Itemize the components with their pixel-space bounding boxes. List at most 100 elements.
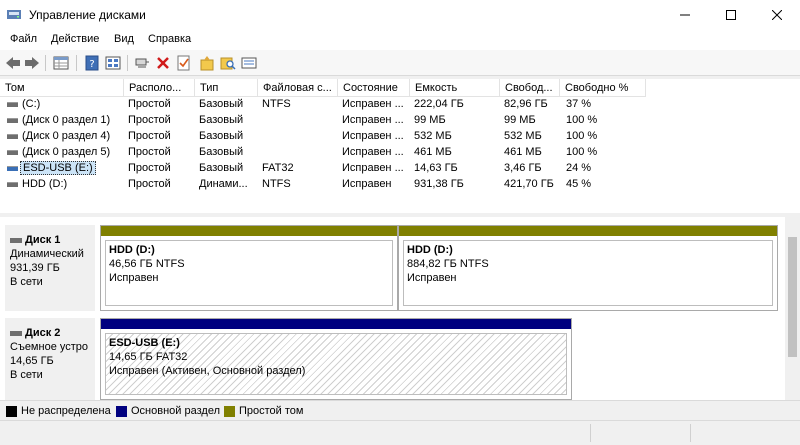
partition-block[interactable]: HDD (D:) 884,82 ГБ NTFS Исправен — [398, 225, 778, 311]
volume-capacity: 222,04 ГБ — [414, 98, 464, 110]
partition-detail: 46,56 ГБ NTFS — [109, 258, 185, 270]
volume-icon — [7, 102, 18, 107]
legend-label: Основной раздел — [131, 405, 220, 417]
menu-action[interactable]: Действие — [51, 33, 99, 45]
status-bar — [0, 420, 800, 445]
maximize-button[interactable] — [708, 0, 754, 30]
volume-icon — [7, 150, 18, 155]
volume-row[interactable]: (Диск 0 раздел 1) Простой Базовый Исправ… — [0, 113, 800, 129]
column-header-volume[interactable]: Том — [0, 79, 124, 97]
maximize-icon — [726, 10, 736, 20]
title-bar: Управление дисками — [0, 0, 800, 30]
disk-management-window: Управление дисками Файл Действие Вид Спр… — [0, 0, 800, 445]
disk-name: Диск 1 — [25, 234, 61, 246]
volume-status: Исправен ... — [342, 146, 404, 158]
volume-free: 461 МБ — [504, 146, 542, 158]
volume-icon — [7, 166, 18, 171]
volume-status: Исправен ... — [342, 98, 404, 110]
volume-capacity: 532 МБ — [414, 130, 452, 142]
disk-icon — [10, 330, 22, 336]
back-arrow-icon[interactable] — [4, 54, 22, 72]
disk-state: В сети — [10, 276, 43, 288]
partition-info: ESD-USB (E:) 14,65 ГБ FAT32 Исправен (Ак… — [105, 333, 567, 395]
volume-layout: Простой — [128, 162, 171, 174]
volume-free: 3,46 ГБ — [504, 162, 542, 174]
volume-status: Исправен — [342, 178, 392, 190]
volume-free-percent: 37 % — [566, 98, 592, 110]
volume-free-percent: 45 % — [566, 178, 592, 190]
column-header-capacity[interactable]: Емкость — [410, 79, 500, 97]
disk-size: 931,39 ГБ — [10, 262, 60, 274]
column-header-layout[interactable]: Располо... — [124, 79, 195, 97]
help-icon[interactable]: ? — [83, 54, 101, 72]
window-title: Управление дисками — [29, 8, 146, 22]
volume-icon — [7, 182, 18, 187]
partition-block-selected[interactable]: ESD-USB (E:) 14,65 ГБ FAT32 Исправен (Ак… — [100, 318, 572, 400]
column-header-type[interactable]: Тип — [195, 79, 258, 97]
close-icon — [772, 10, 782, 20]
volume-status: Исправен ... — [342, 114, 404, 126]
partition-name: HDD (D:) — [407, 244, 453, 256]
volume-row[interactable]: (C:) Простой Базовый NTFS Исправен ... 2… — [0, 97, 800, 113]
vertical-scrollbar[interactable] — [785, 217, 800, 400]
simple-volume-swatch — [224, 405, 235, 417]
volume-status: Исправен ... — [342, 130, 404, 142]
minimize-button[interactable] — [662, 0, 708, 30]
volume-capacity: 931,38 ГБ — [414, 178, 464, 190]
volume-free: 82,96 ГБ — [504, 98, 548, 110]
volume-free-percent: 100 % — [566, 130, 598, 142]
settings-icon[interactable] — [240, 54, 258, 72]
unallocated-swatch — [6, 405, 17, 417]
volume-layout: Простой — [128, 98, 171, 110]
volume-name: (Диск 0 раздел 1) — [22, 114, 111, 126]
partition-status: Исправен — [407, 272, 457, 284]
legend-item: Основной раздел — [116, 405, 220, 417]
scrollbar-thumb[interactable] — [788, 237, 797, 357]
status-bar-separator — [590, 424, 591, 442]
volume-layout: Простой — [128, 146, 171, 158]
volume-layout: Простой — [128, 178, 171, 190]
disk-kind: Динамический — [10, 248, 84, 260]
column-header-filesystem[interactable]: Файловая с... — [258, 79, 338, 97]
check-icon[interactable] — [175, 54, 193, 72]
forward-arrow-icon[interactable] — [23, 54, 41, 72]
disk-2-label[interactable]: Диск 2 Съемное устро 14,65 ГБ В сети — [5, 318, 95, 404]
volume-row[interactable]: HDD (D:) Простой Динами... NTFS Исправен… — [0, 177, 800, 193]
close-button[interactable] — [754, 0, 800, 30]
partition-status: Исправен — [109, 272, 159, 284]
volume-filesystem: NTFS — [262, 178, 291, 190]
connect-icon[interactable] — [133, 54, 151, 72]
menu-view[interactable]: Вид — [114, 33, 134, 45]
volume-name: HDD (D:) — [22, 178, 68, 190]
column-header-free-space[interactable]: Свобод... — [500, 79, 560, 97]
volume-row[interactable]: (Диск 0 раздел 5) Простой Базовый Исправ… — [0, 145, 800, 161]
volume-type: Базовый — [199, 146, 244, 158]
partition-info: HDD (D:) 884,82 ГБ NTFS Исправен — [403, 240, 773, 306]
minimize-icon — [680, 14, 690, 16]
menu-help[interactable]: Справка — [148, 33, 191, 45]
volume-type: Базовый — [199, 162, 244, 174]
legend: Не распределена Основной раздел Простой … — [0, 400, 800, 420]
disk-name: Диск 2 — [25, 327, 61, 339]
list-view-icon[interactable] — [104, 54, 122, 72]
volume-free: 421,70 ГБ — [504, 178, 554, 190]
toolbar-separator — [127, 55, 128, 71]
disk-1-label[interactable]: Диск 1 Динамический 931,39 ГБ В сети — [5, 225, 95, 311]
properties-grid-icon[interactable] — [52, 54, 70, 72]
menu-file[interactable]: Файл — [10, 33, 37, 45]
volume-icon — [7, 118, 18, 123]
disk-map: Диск 1 Динамический 931,39 ГБ В сети HDD… — [0, 217, 785, 404]
delete-icon[interactable] — [154, 54, 172, 72]
search-folder-icon[interactable] — [219, 54, 237, 72]
simple-volume-bar — [399, 226, 777, 236]
column-header-free-percent[interactable]: Свободно % — [560, 79, 646, 97]
disk-kind: Съемное устро — [10, 341, 89, 353]
partition-block[interactable]: HDD (D:) 46,56 ГБ NTFS Исправен — [100, 225, 398, 311]
column-header-status[interactable]: Состояние — [338, 79, 410, 97]
new-folder-icon[interactable] — [198, 54, 216, 72]
simple-volume-bar — [101, 226, 397, 236]
partition-name: HDD (D:) — [109, 244, 155, 256]
volume-row-selected[interactable]: ESD-USB (E:) Простой Базовый FAT32 Испра… — [0, 161, 800, 177]
volume-layout: Простой — [128, 114, 171, 126]
volume-row[interactable]: (Диск 0 раздел 4) Простой Базовый Исправ… — [0, 129, 800, 145]
